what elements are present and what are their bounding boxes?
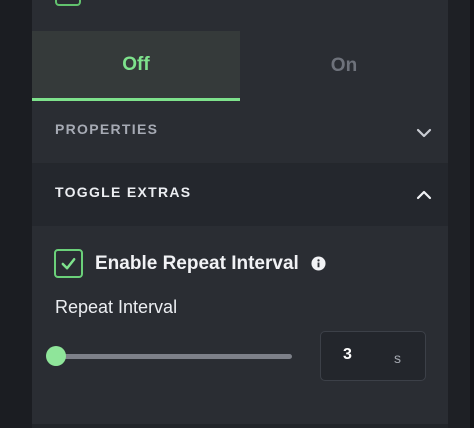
bottom-divider — [32, 424, 448, 428]
repeat-interval-input[interactable]: 3 s — [320, 331, 426, 381]
repeat-interval-label: Repeat Interval — [55, 297, 178, 317]
checkmark-icon — [61, 257, 76, 270]
enable-repeat-row: Enable Repeat Interval — [54, 249, 326, 278]
toggle-extras-body: Enable Repeat Interval Repeat Interval 3… — [32, 226, 448, 426]
chevron-down-icon — [416, 128, 432, 138]
tab-on-label: On — [330, 55, 358, 76]
top-checkbox-partial[interactable] — [55, 0, 81, 6]
left-gutter — [0, 0, 32, 428]
slider-thumb[interactable] — [46, 346, 66, 366]
tab-on[interactable]: On — [240, 31, 448, 101]
repeat-interval-slider[interactable] — [46, 346, 292, 366]
repeat-interval-unit: s — [394, 350, 401, 366]
right-edge — [470, 0, 474, 428]
enable-repeat-checkbox[interactable] — [54, 249, 83, 278]
tab-off[interactable]: Off — [32, 31, 240, 101]
properties-title: PROPERTIES — [55, 121, 159, 137]
settings-panel: Off On PROPERTIES TOGGLE EXTRAS Enable R… — [32, 0, 448, 428]
enable-repeat-label: Enable Repeat Interval — [95, 252, 299, 274]
properties-section-header[interactable]: PROPERTIES — [32, 101, 448, 164]
repeat-interval-value: 3 — [343, 346, 352, 363]
chevron-up-icon — [416, 190, 432, 200]
toggle-extras-title: TOGGLE EXTRAS — [55, 184, 192, 200]
tab-off-label: Off — [122, 53, 150, 75]
toggle-tabs: Off On — [32, 31, 448, 101]
info-icon[interactable] — [311, 256, 326, 271]
toggle-extras-section-header[interactable]: TOGGLE EXTRAS — [32, 164, 448, 226]
